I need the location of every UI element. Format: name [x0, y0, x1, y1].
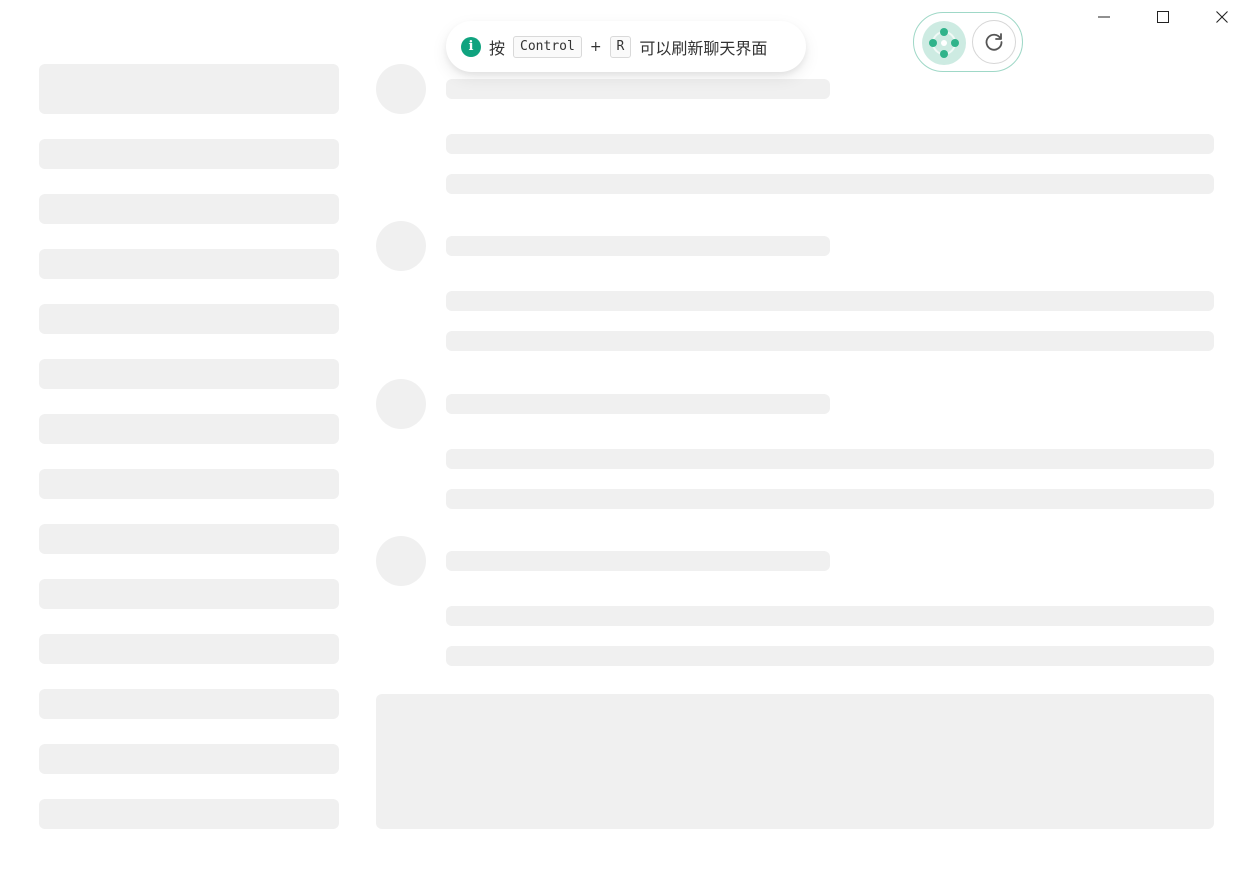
refresh-icon	[985, 33, 1003, 51]
minimize-icon	[1097, 16, 1110, 18]
sidebar-skeleton-item	[39, 469, 339, 499]
skeleton-line	[446, 331, 1214, 351]
skeleton-line	[446, 551, 830, 571]
skeleton-line	[446, 236, 830, 256]
maximize-icon	[1156, 11, 1169, 23]
avatar	[376, 379, 426, 429]
toast-plus: +	[589, 38, 602, 55]
skeleton-line	[446, 646, 1214, 666]
sidebar-skeleton-item	[39, 304, 339, 334]
close-button[interactable]	[1192, 0, 1246, 34]
sidebar-skeleton-header	[39, 64, 339, 114]
app-logo-button[interactable]	[922, 21, 966, 65]
skeleton-line	[446, 291, 1214, 311]
sidebar-skeleton-item	[39, 249, 339, 279]
key-r: R	[609, 35, 632, 58]
refresh-button[interactable]	[972, 20, 1016, 64]
skeleton-line	[446, 449, 1214, 469]
skeleton-line	[446, 134, 1214, 154]
message-input-skeleton	[376, 694, 1214, 829]
app-logo-icon	[929, 28, 959, 58]
refresh-hint-toast: i 按 Control + R 可以刷新聊天界面	[446, 21, 806, 72]
sidebar-skeleton-item	[39, 579, 339, 609]
toast-prefix: 按	[489, 38, 506, 58]
skeleton-line	[446, 606, 1214, 626]
sidebar-skeleton-item	[39, 139, 339, 169]
app-window: i 按 Control + R 可以刷新聊天界面	[0, 0, 1246, 875]
minimize-button[interactable]	[1074, 0, 1133, 34]
maximize-button[interactable]	[1133, 0, 1192, 34]
skeleton-line	[446, 79, 830, 99]
sidebar-skeleton-item	[39, 194, 339, 224]
sidebar-skeleton-item	[39, 634, 339, 664]
app-widget	[913, 12, 1023, 72]
toast-suffix: 可以刷新聊天界面	[639, 38, 768, 58]
close-icon	[1215, 11, 1228, 23]
sidebar-skeleton-item	[39, 799, 339, 829]
skeleton-line	[446, 394, 830, 414]
sidebar-skeleton-item	[39, 414, 339, 444]
avatar	[376, 64, 426, 114]
info-icon: i	[461, 36, 481, 57]
skeleton-line	[446, 489, 1214, 509]
sidebar-skeleton-item	[39, 689, 339, 719]
sidebar-skeleton-item	[39, 744, 339, 774]
skeleton-line	[446, 174, 1214, 194]
avatar	[376, 536, 426, 586]
sidebar-skeleton-item	[39, 359, 339, 389]
sidebar-skeleton-item	[39, 524, 339, 554]
avatar	[376, 221, 426, 271]
key-control: Control	[513, 35, 582, 58]
